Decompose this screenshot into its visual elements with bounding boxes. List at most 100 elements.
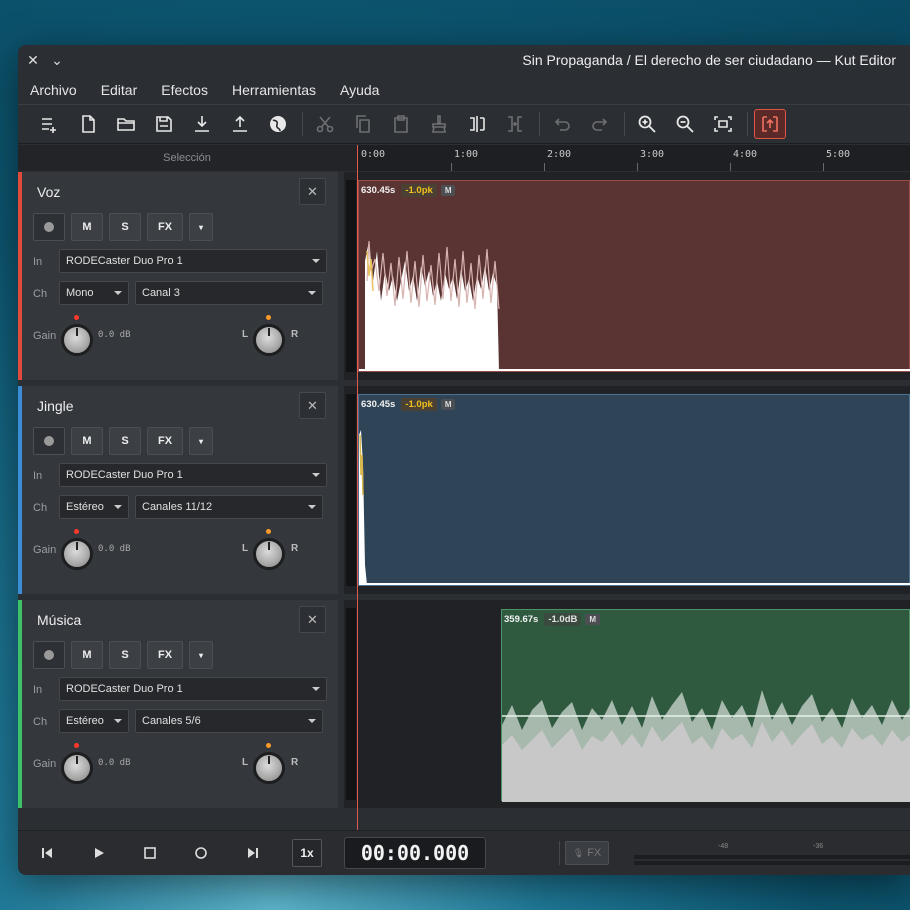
input-label: In bbox=[33, 684, 43, 696]
track-lane-musica[interactable]: 359.67s -1.0dB M bbox=[344, 600, 910, 808]
mute-button[interactable]: M bbox=[71, 213, 103, 241]
playback-speed-button[interactable]: 1x bbox=[292, 839, 322, 867]
gain-label: Gain bbox=[33, 330, 57, 342]
play-icon[interactable] bbox=[84, 839, 114, 867]
channel-label: Ch bbox=[33, 502, 48, 514]
app-window: ✕ ⌄ Sin Propaganda / El derecho de ser c… bbox=[18, 45, 910, 875]
audio-clip[interactable]: 630.45s -1.0pk M bbox=[358, 180, 910, 372]
solo-button[interactable]: S bbox=[109, 427, 141, 455]
channel-label: Ch bbox=[33, 716, 48, 728]
paste-icon[interactable] bbox=[385, 109, 417, 139]
remove-track-button[interactable]: ✕ bbox=[299, 392, 326, 419]
zoom-out-icon[interactable] bbox=[669, 109, 701, 139]
pan-indicator-dot bbox=[266, 743, 271, 748]
channel-select[interactable]: Canales 11/12 bbox=[135, 495, 323, 519]
audio-clip[interactable]: 359.67s -1.0dB M bbox=[501, 609, 910, 802]
track-panel-musica: Música ✕ M S FX ▾ In RODECaster Duo Pro … bbox=[18, 600, 338, 808]
toolbar-separator bbox=[747, 112, 748, 136]
toolbar-separator bbox=[539, 112, 540, 136]
gain-label: Gain bbox=[33, 758, 57, 770]
menu-herramientas[interactable]: Herramientas bbox=[220, 82, 328, 98]
zoom-in-icon[interactable] bbox=[631, 109, 663, 139]
channel-select[interactable]: Canal 3 bbox=[135, 281, 323, 305]
track-name[interactable]: Música bbox=[37, 612, 81, 628]
gain-knob[interactable] bbox=[61, 752, 93, 784]
timeline-ruler[interactable]: 0:00 1:00 2:00 3:00 4:00 5:00 bbox=[358, 145, 910, 171]
save-icon[interactable] bbox=[148, 109, 180, 139]
pan-knob[interactable] bbox=[253, 752, 285, 784]
input-select[interactable]: RODECaster Duo Pro 1 bbox=[59, 249, 327, 273]
ruler-tick bbox=[544, 163, 545, 171]
cut-icon[interactable] bbox=[309, 109, 341, 139]
skip-to-end-icon[interactable] bbox=[238, 839, 268, 867]
export-icon[interactable] bbox=[224, 109, 256, 139]
redo-icon[interactable] bbox=[584, 109, 616, 139]
stop-icon[interactable] bbox=[135, 839, 165, 867]
window-menu-chevron-icon[interactable]: ⌄ bbox=[46, 49, 68, 71]
track-lane-jingle[interactable]: 630.45s -1.0pk M bbox=[344, 386, 910, 594]
skip-to-start-icon[interactable] bbox=[32, 839, 62, 867]
mute-button[interactable]: M bbox=[71, 641, 103, 669]
master-fx-button[interactable]: 🎙 FX bbox=[565, 841, 609, 865]
solo-button[interactable]: S bbox=[109, 641, 141, 669]
track-lane-voz[interactable]: 630.45s -1.0pk M bbox=[344, 172, 910, 380]
pan-knob[interactable] bbox=[253, 324, 285, 356]
input-select[interactable]: RODECaster Duo Pro 1 bbox=[59, 463, 327, 487]
track-options-dropdown[interactable]: ▾ bbox=[189, 641, 213, 669]
split-icon[interactable] bbox=[461, 109, 493, 139]
menu-editar[interactable]: Editar bbox=[89, 82, 150, 98]
ruler-tick-label: 5:00 bbox=[826, 149, 851, 160]
add-track-icon[interactable] bbox=[34, 109, 66, 139]
solo-button[interactable]: S bbox=[109, 213, 141, 241]
join-icon[interactable] bbox=[499, 109, 531, 139]
copy-icon[interactable] bbox=[347, 109, 379, 139]
selection-label: Selección bbox=[163, 152, 211, 164]
pan-right-label: R bbox=[291, 329, 299, 340]
track-options-dropdown[interactable]: ▾ bbox=[189, 427, 213, 455]
mute-button[interactable]: M bbox=[71, 427, 103, 455]
menu-ayuda[interactable]: Ayuda bbox=[328, 82, 391, 98]
input-select[interactable]: RODECaster Duo Pro 1 bbox=[59, 677, 327, 701]
track-name[interactable]: Voz bbox=[37, 184, 60, 200]
undo-icon[interactable] bbox=[546, 109, 578, 139]
channel-mode-select[interactable]: Estéreo bbox=[59, 709, 129, 733]
menu-archivo[interactable]: Archivo bbox=[18, 82, 89, 98]
record-arm-button[interactable] bbox=[33, 641, 65, 669]
ruler-tick bbox=[730, 163, 731, 171]
menu-efectos[interactable]: Efectos bbox=[149, 82, 220, 98]
playhead[interactable] bbox=[357, 145, 358, 875]
record-arm-button[interactable] bbox=[33, 213, 65, 241]
snap-icon[interactable] bbox=[754, 109, 786, 139]
channel-select[interactable]: Canales 5/6 bbox=[135, 709, 323, 733]
gain-value: 0.0 dB bbox=[98, 758, 131, 768]
title-bar: ✕ ⌄ Sin Propaganda / El derecho de ser c… bbox=[18, 45, 910, 75]
track-button-row: M S FX ▾ bbox=[33, 427, 219, 455]
record-arm-button[interactable] bbox=[33, 427, 65, 455]
fx-button[interactable]: FX bbox=[147, 641, 183, 669]
remove-track-button[interactable]: ✕ bbox=[299, 178, 326, 205]
fx-button[interactable]: FX bbox=[147, 213, 183, 241]
level-meter-right bbox=[634, 861, 910, 865]
audio-clip[interactable]: 630.45s -1.0pk M bbox=[358, 394, 910, 586]
import-icon[interactable] bbox=[186, 109, 218, 139]
track-name[interactable]: Jingle bbox=[37, 398, 74, 414]
track-options-dropdown[interactable]: ▾ bbox=[189, 213, 213, 241]
record-icon[interactable] bbox=[186, 839, 216, 867]
new-file-icon[interactable] bbox=[72, 109, 104, 139]
transport-bar: 1x 00:00.000 🎙 FX -48 -36 bbox=[18, 830, 910, 875]
open-folder-icon[interactable] bbox=[110, 109, 142, 139]
clean-icon[interactable] bbox=[423, 109, 455, 139]
channel-mode-select[interactable]: Estéreo bbox=[59, 495, 129, 519]
pan-left-label: L bbox=[242, 329, 249, 340]
globe-icon[interactable] bbox=[262, 109, 294, 139]
remove-track-button[interactable]: ✕ bbox=[299, 606, 326, 633]
close-window-icon[interactable]: ✕ bbox=[22, 49, 44, 71]
fx-button[interactable]: FX bbox=[147, 427, 183, 455]
channel-mode-select[interactable]: Mono bbox=[59, 281, 129, 305]
fit-icon[interactable] bbox=[707, 109, 739, 139]
pan-knob[interactable] bbox=[253, 538, 285, 570]
level-meter-left bbox=[634, 855, 910, 859]
gain-label: Gain bbox=[33, 544, 57, 556]
gain-knob[interactable] bbox=[61, 538, 93, 570]
gain-knob[interactable] bbox=[61, 324, 93, 356]
